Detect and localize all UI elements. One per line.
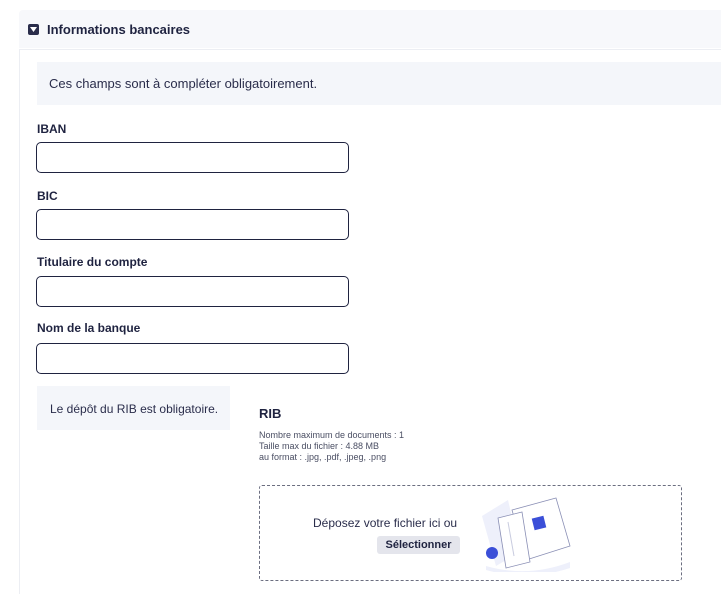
rib-required-notice: Le dépôt du RIB est obligatoire. [37, 386, 230, 430]
bic-field[interactable] [36, 209, 349, 240]
iban-label: IBAN [37, 122, 67, 136]
rib-max-documents: Nombre maximum de documents : 1 [259, 430, 405, 440]
section-title: Informations bancaires [47, 21, 191, 37]
account-holder-field[interactable] [36, 276, 349, 307]
rib-max-size: Taille max du fichier : 4.88 MB [259, 441, 380, 451]
caret-down-icon[interactable] [28, 23, 39, 35]
rib-formats: au format : .jpg, .pdf, .jpeg, .png [259, 452, 387, 462]
bank-name-field[interactable] [36, 343, 349, 374]
required-notice-text: Ces champs sont à compléter obligatoirem… [49, 76, 318, 91]
file-dropzone[interactable]: Déposez votre fichier ici ou Sélectionne… [259, 485, 682, 581]
account-holder-label: Titulaire du compte [37, 255, 148, 269]
rib-title: RIB [259, 406, 282, 421]
bank-name-label: Nom de la banque [37, 321, 141, 335]
drop-text: Déposez votre fichier ici ou [313, 516, 458, 530]
required-notice: Ces champs sont à compléter obligatoirem… [37, 62, 721, 105]
select-file-button[interactable]: Sélectionner [377, 536, 460, 554]
bic-label: BIC [37, 189, 58, 203]
section-header[interactable]: Informations bancaires [19, 10, 721, 48]
iban-field[interactable] [36, 142, 349, 173]
upload-illustration-icon [482, 497, 571, 572]
